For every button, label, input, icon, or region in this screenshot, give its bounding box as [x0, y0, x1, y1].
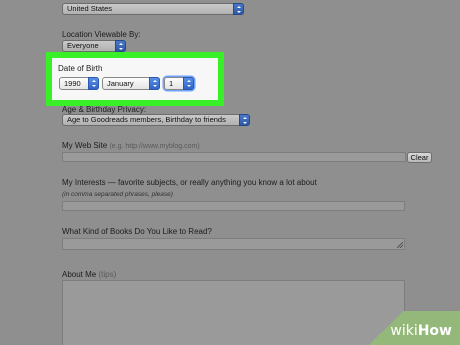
birth-year-value: 1990	[64, 79, 81, 88]
privacy-label: Age & Birthday Privacy:	[62, 105, 147, 114]
date-of-birth-highlight: Date of Birth 1990 January 1	[46, 52, 224, 106]
birth-day-value: 1	[169, 79, 174, 88]
about-me-label: About Me (tips)	[62, 270, 116, 279]
books-label: What Kind of Books Do You Like to Read?	[62, 227, 212, 236]
country-select-value: United States	[67, 4, 113, 13]
interests-label: My Interests — favorite subjects, or rea…	[62, 178, 317, 187]
location-viewable-value: Everyone	[67, 41, 99, 50]
chevron-updown-icon	[239, 114, 250, 126]
website-label-text: My Web Site	[62, 141, 108, 150]
interests-note: (in comma separated phrases, please)	[62, 191, 173, 198]
date-of-birth-label: Date of Birth	[58, 64, 103, 73]
privacy-select[interactable]: Age to Goodreads members, Birthday to fr…	[62, 114, 250, 126]
chevron-updown-icon	[149, 77, 160, 90]
wikihow-logo: wikiHow	[390, 323, 452, 339]
country-select[interactable]: United States	[62, 3, 244, 15]
wikihow-logo-how: How	[417, 323, 452, 339]
about-me-label-text: About Me	[62, 270, 97, 279]
privacy-select-value: Age to Goodreads members, Birthday to fr…	[67, 115, 226, 124]
website-label: My Web Site (e.g. http://www.myblog.com)	[62, 141, 200, 150]
books-textarea[interactable]	[62, 238, 405, 250]
wikihow-logo-wiki: wiki	[390, 323, 418, 339]
wikihow-watermark: wikiHow	[364, 311, 460, 345]
location-viewable-label: Location Viewable By:	[62, 30, 141, 39]
resize-handle-icon[interactable]	[397, 242, 403, 248]
chevron-updown-icon	[88, 77, 99, 90]
website-clear-button[interactable]: Clear	[407, 152, 432, 163]
website-input[interactable]	[62, 152, 406, 162]
birth-day-select[interactable]: 1	[164, 77, 194, 90]
birth-month-select[interactable]: January	[102, 77, 160, 90]
website-hint: (e.g. http://www.myblog.com)	[109, 143, 200, 150]
chevron-updown-icon	[233, 3, 244, 15]
about-me-textarea[interactable]	[62, 280, 405, 345]
location-viewable-select[interactable]: Everyone	[62, 40, 126, 52]
interests-input[interactable]	[62, 201, 405, 211]
chevron-updown-icon	[115, 40, 126, 52]
chevron-updown-icon	[183, 77, 194, 90]
about-me-tips-link[interactable]: (tips)	[98, 270, 116, 279]
birth-month-value: January	[107, 79, 134, 88]
birth-year-select[interactable]: 1990	[59, 77, 99, 90]
